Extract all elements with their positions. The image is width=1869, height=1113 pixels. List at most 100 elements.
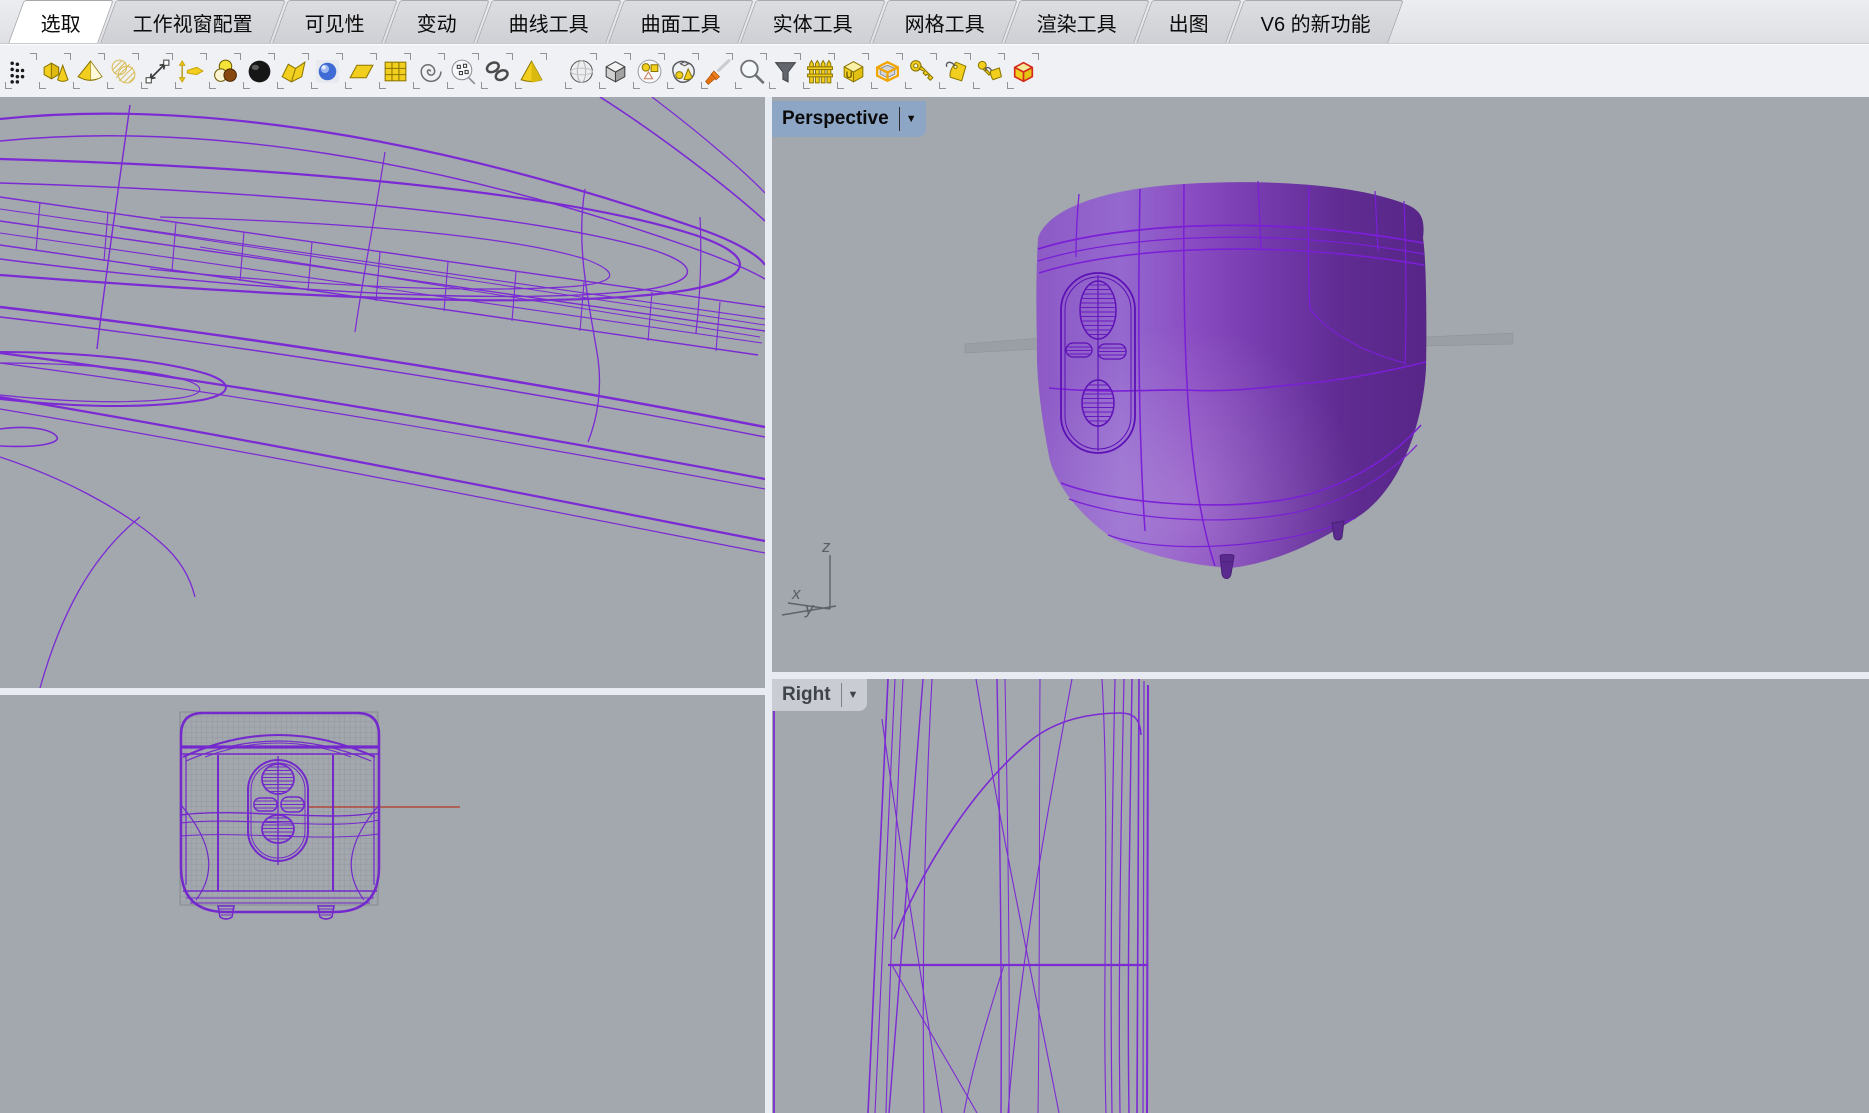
funnel-icon [771, 57, 800, 86]
dotted-circle-icon[interactable] [446, 50, 480, 92]
shiny-sphere-icon[interactable] [310, 50, 344, 92]
highlight-box-icon[interactable] [870, 50, 904, 92]
scale-arrows-icon [143, 57, 172, 86]
chevron-down-icon[interactable]: ▼ [906, 113, 926, 125]
magnifier-icon[interactable] [734, 50, 768, 92]
model-foot [1220, 555, 1234, 579]
gray-sphere-icon [567, 57, 596, 86]
shape-set-circle-icon [635, 57, 664, 86]
rice-cooker-model [1036, 181, 1426, 579]
viewport-bottom-left[interactable] [0, 695, 765, 1113]
tab-render-tools[interactable]: 渲染工具 [1004, 0, 1150, 43]
tab-label: 曲线工具 [509, 8, 589, 37]
cone-surface-icon[interactable] [72, 50, 106, 92]
points-grid-icon [7, 57, 36, 86]
viewport-perspective[interactable]: Perspective ▼ [772, 97, 1869, 672]
tab-mesh-tools[interactable]: 网格工具 [872, 0, 1018, 43]
shiny-sphere-icon [313, 57, 342, 86]
spiral-icon[interactable] [412, 50, 446, 92]
fence-icon[interactable] [802, 50, 836, 92]
viewport-title-right[interactable]: Right ▼ [772, 679, 867, 711]
parallelogram-icon[interactable] [344, 50, 378, 92]
axis-gnomon: z x y [782, 537, 836, 618]
funnel-icon[interactable] [768, 50, 802, 92]
paintbrush-icon [703, 57, 732, 86]
folded-surface-icon [279, 57, 308, 86]
red-box-icon[interactable] [1006, 50, 1040, 92]
fence-icon [805, 57, 834, 86]
tab-viewport-config[interactable]: 工作视窗配置 [100, 0, 286, 43]
viewport-title-label: Right [782, 684, 831, 706]
front-view-drawing [0, 695, 765, 1113]
tab-label: V6 的新功能 [1261, 8, 1371, 37]
tab-label: 网格工具 [905, 8, 985, 37]
tab-label: 曲面工具 [641, 8, 721, 37]
u-cube-icon[interactable]: U [836, 50, 870, 92]
mesh-grid-icon [381, 57, 410, 86]
hatched-circles-icon [109, 57, 138, 86]
red-box-icon [1009, 57, 1038, 86]
axis-z-label: z [821, 537, 831, 556]
box-cone-icon [41, 57, 70, 86]
tab-curve-tools[interactable]: 曲线工具 [476, 0, 622, 43]
tab-solid-tools[interactable]: 实体工具 [740, 0, 886, 43]
tab-label: 工作视窗配置 [133, 8, 253, 37]
key-tag-icon [975, 57, 1004, 86]
tag-icon [941, 57, 970, 86]
ribbon-tab-bar: 选取工作视窗配置 可见性 变动 曲线工具 曲面工具实体工具网格工具 渲染工具 出图 V6 的新… [0, 0, 1869, 44]
key-icon [907, 57, 936, 86]
key-tag-icon[interactable] [972, 50, 1006, 92]
gray-cube-icon [601, 57, 630, 86]
tab-transform[interactable]: 变动 [384, 0, 490, 43]
parallelogram-icon [347, 57, 376, 86]
wireframe-right-view [772, 679, 1869, 1113]
pyramid-icon [517, 57, 546, 86]
black-sphere-icon[interactable] [242, 50, 276, 92]
label-divider [899, 107, 900, 131]
chain-icon [483, 57, 512, 86]
dimension-hand-icon[interactable] [174, 50, 208, 92]
paintbrush-icon[interactable] [700, 50, 734, 92]
folded-surface-icon[interactable] [276, 50, 310, 92]
gray-cube-icon[interactable] [598, 50, 632, 92]
spiral-icon [415, 57, 444, 86]
viewport-right[interactable]: Right ▼ [772, 679, 1869, 1113]
chain-icon[interactable] [480, 50, 514, 92]
color-circles-icon[interactable] [208, 50, 242, 92]
hatched-circles-icon[interactable] [106, 50, 140, 92]
points-grid-icon[interactable] [4, 50, 38, 92]
box-cone-icon[interactable] [38, 50, 72, 92]
u-cube-icon: U [839, 57, 868, 86]
tab-label: 变动 [417, 8, 457, 37]
perspective-scene: z x y [772, 97, 1869, 672]
tab-label: 渲染工具 [1037, 8, 1117, 37]
pyramid-icon[interactable] [514, 50, 548, 92]
tab-layout[interactable]: 出图 [1136, 0, 1242, 43]
dotted-circle-icon [449, 57, 478, 86]
tab-select[interactable]: 选取 [8, 0, 114, 43]
chevron-down-icon[interactable]: ▼ [848, 689, 868, 701]
model-foot [1332, 521, 1344, 540]
tag-icon[interactable] [938, 50, 972, 92]
tab-label: 可见性 [305, 8, 365, 37]
key-icon[interactable] [904, 50, 938, 92]
lasso-shapes-icon[interactable] [666, 50, 700, 92]
shape-set-circle-icon[interactable] [632, 50, 666, 92]
dimension-hand-icon [177, 57, 206, 86]
wireframe-top-left [0, 97, 765, 688]
highlight-box-icon [873, 57, 902, 86]
tab-visibility[interactable]: 可见性 [272, 0, 398, 43]
ground-plane-left [965, 338, 1040, 353]
scale-arrows-icon[interactable] [140, 50, 174, 92]
viewport-title-label: Perspective [782, 108, 889, 130]
viewport-top-left[interactable] [0, 97, 765, 688]
viewport-title-perspective[interactable]: Perspective ▼ [772, 101, 926, 137]
black-sphere-icon [245, 57, 274, 86]
mesh-grid-icon[interactable] [378, 50, 412, 92]
label-divider [841, 683, 842, 707]
tab-surface-tools[interactable]: 曲面工具 [608, 0, 754, 43]
tab-label: 出图 [1169, 8, 1209, 37]
gray-sphere-icon[interactable] [564, 50, 598, 92]
lasso-shapes-icon [669, 57, 698, 86]
tab-v6-new-features[interactable]: V6 的新功能 [1228, 0, 1404, 43]
